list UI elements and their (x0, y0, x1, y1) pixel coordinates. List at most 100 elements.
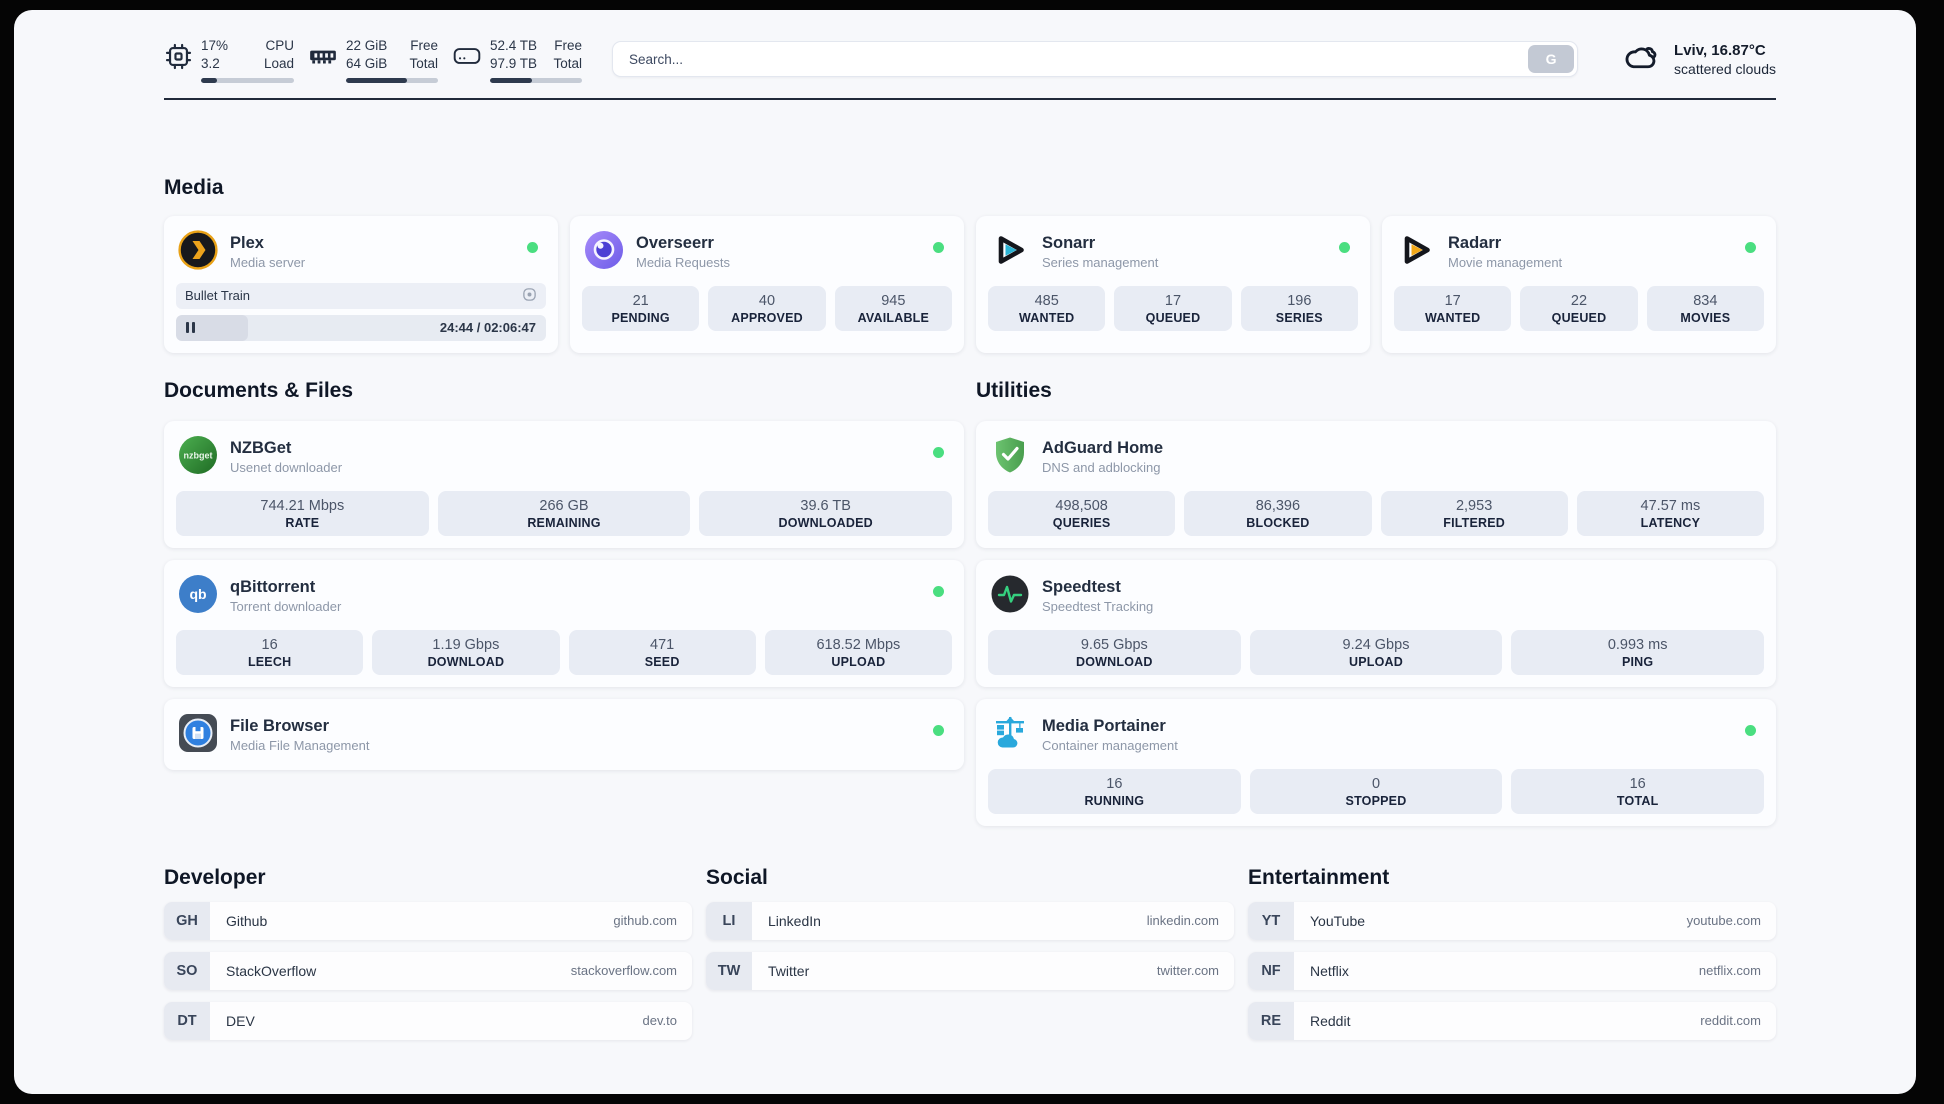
app-name: Sonarr (1042, 233, 1096, 252)
qbittorrent-icon: qb (178, 574, 218, 619)
svg-text:nzbget: nzbget (184, 450, 213, 460)
link-row-stackoverflow[interactable]: SO StackOverflow stackoverflow.com (164, 951, 692, 990)
link-row-reddit[interactable]: RE Reddit reddit.com (1248, 1001, 1776, 1040)
app-card-overseerr[interactable]: Overseerr Media Requests 21 PENDING 40 APP… (570, 215, 964, 353)
link-name: LinkedIn (768, 912, 821, 929)
ram-icon (308, 36, 338, 76)
link-name: YouTube (1310, 912, 1366, 929)
weather-widget: Lviv, 16.87°C scattered clouds (1620, 39, 1776, 80)
status-dot (1745, 724, 1756, 736)
link-name: StackOverflow (226, 962, 317, 979)
link-row-twitter[interactable]: TW Twitter twitter.com (706, 951, 1234, 990)
link-row-github[interactable]: GH Github github.com (164, 901, 692, 940)
weather-condition: scattered clouds (1674, 60, 1776, 77)
app-name: Speedtest (1042, 577, 1121, 596)
app-card-filebrowser[interactable]: File Browser Media File Management (164, 698, 964, 770)
app-card-adguard[interactable]: AdGuard Home DNS and adblocking 498,508 Q… (976, 420, 1776, 548)
cpu-progress-bar (201, 77, 294, 83)
app-card-speedtest[interactable]: Speedtest Speedtest Tracking 9.65 Gbps DO… (976, 559, 1776, 687)
app-card-plex[interactable]: Plex Media server Bullet Train 24:44 / 0… (164, 215, 558, 353)
ram-progress-bar (346, 77, 438, 83)
app-name: File Browser (230, 716, 330, 735)
app-subtitle: Torrent downloader (230, 599, 342, 615)
disk-total: 97.9 TB (490, 55, 538, 71)
stat-tile: 39.6 TB DOWNLOADED (699, 490, 952, 536)
status-dot (1339, 241, 1350, 253)
app-subtitle: Speedtest Tracking (1042, 599, 1154, 615)
section-title-entertainment: Entertainment (1248, 865, 1390, 889)
stat-tile: 0.993 ms PING (1511, 629, 1764, 675)
ram-stat: 22 GiB Free 64 GiB Total (308, 36, 438, 83)
search-input[interactable] (613, 51, 1578, 67)
section-title-social: Social (706, 865, 768, 889)
section-title-documents: Documents & Files (164, 378, 354, 402)
app-name: qBittorrent (230, 577, 316, 596)
app-subtitle: Usenet downloader (230, 460, 343, 476)
link-url: twitter.com (1156, 963, 1219, 979)
stat-tile: 945 AVAILABLE (834, 285, 952, 331)
link-badge: YT (1248, 901, 1294, 940)
status-dot (527, 241, 538, 253)
stat-tile: 196 SERIES (1240, 285, 1358, 331)
app-subtitle: Media Requests (636, 255, 730, 271)
app-card-nzbget[interactable]: nzbget NZBGet Usenet downloader 744.21 M… (164, 420, 964, 548)
app-card-sonarr[interactable]: Sonarr Series management 485 WANTED 17 QUE… (976, 215, 1370, 353)
stat-tile: 22 QUEUED (1520, 285, 1638, 331)
app-subtitle: Container management (1042, 738, 1178, 754)
ram-free: 22 GiB (346, 38, 388, 53)
link-name: Reddit (1310, 1012, 1351, 1029)
cpu-usage: 17% (201, 38, 229, 53)
stat-tile: 1.19 Gbps DOWNLOAD (372, 629, 560, 675)
stat-tile: 9.24 Gbps UPLOAD (1249, 629, 1503, 675)
link-name: Twitter (768, 962, 810, 979)
link-badge: RE (1248, 1001, 1294, 1040)
stat-tile: 17 WANTED (1394, 285, 1512, 331)
overseerr-icon (584, 230, 624, 275)
app-name: Radarr (1448, 233, 1502, 252)
app-card-portainer[interactable]: Media Portainer Container management 16 R… (976, 698, 1776, 826)
link-url: netflix.com (1698, 963, 1761, 979)
app-card-qbittorrent[interactable]: qb qBittorrent Torrent downloader 16 LEEC… (164, 559, 964, 687)
stat-tile: 86,396 BLOCKED (1184, 490, 1372, 536)
radarr-icon (1396, 230, 1436, 275)
status-dot (1745, 241, 1756, 253)
stat-tile: 40 APPROVED (708, 285, 826, 331)
section-title-developer: Developer (164, 865, 266, 889)
section-title-media: Media (164, 175, 224, 199)
disk-total-label: Total (553, 55, 582, 71)
link-row-linkedin[interactable]: LI LinkedIn linkedin.com (706, 901, 1234, 940)
app-subtitle: DNS and adblocking (1042, 460, 1161, 476)
status-dot (933, 241, 944, 253)
link-url: youtube.com (1686, 913, 1761, 929)
developer-column: Developer GH Github github.com SO StackO… (164, 866, 692, 1040)
status-dot (933, 585, 944, 597)
link-url: dev.to (642, 1013, 677, 1029)
status-dot (933, 724, 944, 736)
cpu-label: CPU (265, 38, 294, 53)
pause-icon[interactable] (186, 322, 195, 334)
search-go-button[interactable]: G (1528, 45, 1575, 74)
stat-tile: 9.65 Gbps DOWNLOAD (988, 629, 1241, 675)
cloud-icon (1620, 39, 1662, 80)
stat-tile: 17 QUEUED (1114, 285, 1232, 331)
documents-column: Documents & Files nzbget NZBGet Usenet d… (164, 379, 964, 826)
sonarr-icon (990, 230, 1030, 275)
app-name: NZBGet (230, 438, 292, 457)
app-card-radarr[interactable]: Radarr Movie management 17 WANTED 22 QUEUE… (1382, 215, 1776, 353)
link-badge: DT (164, 1001, 210, 1040)
disk-free-label: Free (554, 38, 582, 53)
stat-tile: 21 PENDING (582, 285, 700, 331)
link-badge: GH (164, 901, 210, 940)
disk-stat: 52.4 TB Free 97.9 TB Total (452, 36, 582, 83)
link-row-dev[interactable]: DT DEV dev.to (164, 1001, 692, 1040)
link-badge: LI (706, 901, 752, 940)
link-badge: TW (706, 951, 752, 990)
link-row-netflix[interactable]: NF Netflix netflix.com (1248, 951, 1776, 990)
ram-free-label: Free (410, 38, 438, 53)
link-row-youtube[interactable]: YT YouTube youtube.com (1248, 901, 1776, 940)
app-subtitle: Media File Management (230, 738, 370, 754)
cpu-load-label: Load (263, 55, 294, 71)
ram-total-label: Total (409, 55, 438, 71)
system-stats: 17% CPU 3.2 Load 22 GiB Free 64 GiB Tota… (164, 36, 582, 83)
stat-tile: 744.21 Mbps RATE (176, 490, 429, 536)
